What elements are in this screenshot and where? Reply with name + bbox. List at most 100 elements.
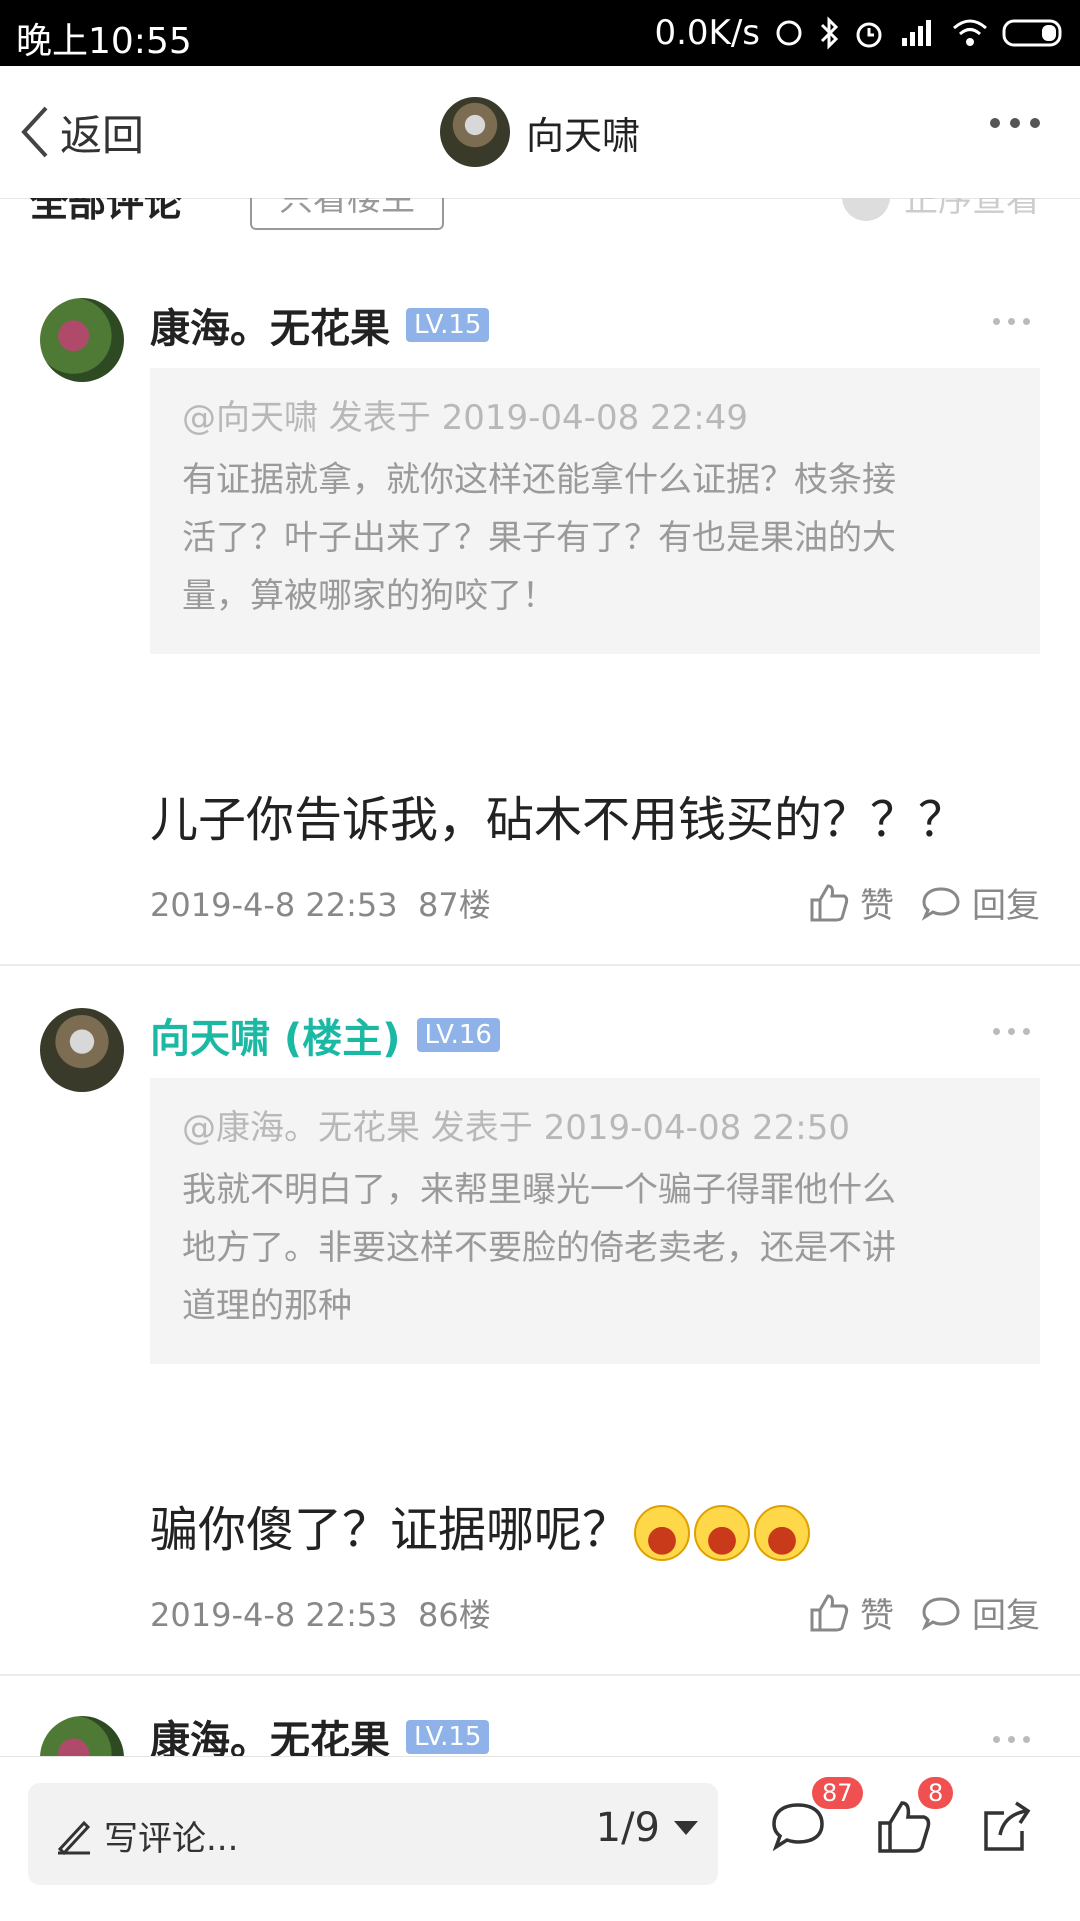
quote-text: 有证据就拿，就你这样还能拿什么证据？枝条接 活了？叶子出来了？果子有了？有也是果… <box>182 451 1008 625</box>
comment-time: 2019-4-8 22:53 <box>150 886 398 924</box>
page-indicator: 1/9 <box>595 1805 660 1851</box>
reply-button[interactable]: 回复 <box>920 878 1040 927</box>
comment-actions: 赞 回复 <box>808 878 1040 927</box>
comment-count-badge: 87 <box>812 1777 863 1809</box>
thumbs-up-icon <box>810 1593 849 1631</box>
all-comments-title: 全部评论 <box>30 198 183 225</box>
level-badge: LV.15 <box>406 1720 490 1754</box>
signal-icon <box>902 20 931 46</box>
laughing-emoji-icon <box>694 1505 751 1561</box>
quote-meta: @康海。无花果 发表于 2019-04-08 22:50 <box>182 1108 850 1148</box>
comment-time: 2019-4-8 22:53 <box>150 1596 398 1634</box>
comment-meta: 2019-4-8 22:53 87楼 <box>150 880 491 926</box>
quote-line: 量，算被哪家的狗咬了！ <box>182 576 556 616</box>
back-label: 返回 <box>60 110 145 160</box>
laughing-emoji-icon <box>634 1505 691 1561</box>
more-dot-icon <box>1008 318 1015 325</box>
commenter-name-text: 康海。无花果 <box>150 306 390 352</box>
like-label: 赞 <box>860 1596 894 1636</box>
like-post-button[interactable]: 8 <box>874 1777 954 1861</box>
alarm-icon <box>856 22 882 48</box>
commenter-name[interactable]: 康海。无花果 LV.15 <box>150 1708 490 1756</box>
more-dot-icon <box>993 318 1000 325</box>
wifi-icon <box>953 19 987 46</box>
sort-toggle[interactable]: 正序查看 <box>842 198 1040 221</box>
avatar[interactable] <box>40 1716 124 1756</box>
comment-bubble-icon <box>921 1596 960 1631</box>
chevron-left-icon <box>21 106 48 158</box>
share-icon <box>984 1801 1031 1851</box>
comment-text: 骗你傻了？证据哪呢？ <box>150 1490 811 1561</box>
comment-more-button[interactable] <box>993 318 1030 325</box>
quote-text: 我就不明白了，来帮里曝光一个骗子得罪他什么 地方了。非要这样不要脸的倚老卖老，还… <box>182 1161 1008 1335</box>
avatar[interactable] <box>40 1008 124 1092</box>
floor-number: 87楼 <box>417 886 491 924</box>
like-count-badge: 8 <box>918 1777 954 1809</box>
page-title: 向天啸 <box>526 113 641 158</box>
level-badge: LV.15 <box>406 308 490 342</box>
like-label: 赞 <box>860 886 894 926</box>
comment-text: 儿子你告诉我，砧木不用钱买的？？？ <box>150 792 967 848</box>
comment-divider <box>0 1674 1080 1676</box>
pen-icon <box>57 1820 91 1855</box>
share-button[interactable] <box>978 1797 1042 1861</box>
page-selector[interactable]: 1/9 <box>596 1805 698 1851</box>
comment-input[interactable]: 写评论... 1/9 <box>28 1783 718 1885</box>
top-nav-bar: 返回 向天啸 <box>0 66 1080 199</box>
back-button[interactable]: 返回 <box>18 100 144 164</box>
commenter-name[interactable]: 向天啸 (楼主) LV.16 <box>150 1006 500 1064</box>
reply-button[interactable]: 回复 <box>920 1588 1040 1637</box>
comment-divider <box>0 964 1080 966</box>
thread-author[interactable]: 向天啸 <box>440 96 640 168</box>
reply-label: 回复 <box>972 1596 1040 1636</box>
floor-number: 86楼 <box>417 1596 491 1634</box>
quote-line: 活了？叶子出来了？果子有了？有也是果油的大 <box>182 518 896 558</box>
sort-label: 正序查看 <box>904 198 1040 220</box>
only-owner-button[interactable]: 只看楼主 <box>250 198 444 230</box>
quoted-comment[interactable]: @向天啸 发表于 2019-04-08 22:49 有证据就拿，就你这样还能拿什… <box>150 368 1040 654</box>
status-bar: 晚上10:55 0.0K/s <box>0 0 1080 66</box>
more-dot-icon <box>1008 1028 1015 1035</box>
comment-text-content: 骗你傻了？证据哪呢？ <box>150 1502 631 1558</box>
more-menu-button[interactable] <box>990 118 1040 128</box>
more-dot-icon <box>1023 1736 1030 1743</box>
quoted-comment[interactable]: @康海。无花果 发表于 2019-04-08 22:50 我就不明白了，来帮里曝… <box>150 1078 1040 1364</box>
commenter-name[interactable]: 康海。无花果 LV.15 <box>150 296 490 354</box>
comments-button[interactable]: 87 <box>768 1777 863 1861</box>
comment-more-button[interactable] <box>993 1028 1030 1035</box>
network-speed: 0.0K/s <box>654 13 760 53</box>
comment-actions: 赞 回复 <box>808 1588 1040 1637</box>
reply-label: 回复 <box>972 886 1040 926</box>
quote-meta: @向天啸 发表于 2019-04-08 22:49 <box>182 398 748 438</box>
more-dot-icon <box>1008 1736 1015 1743</box>
commenter-name-text: 康海。无花果 <box>150 1718 390 1756</box>
laughing-emoji-icon <box>754 1505 811 1561</box>
more-dot-icon <box>1023 1028 1030 1035</box>
status-icons: 0.0K/s <box>654 10 1066 56</box>
thumbs-up-icon <box>810 883 849 921</box>
more-dot-icon <box>993 1736 1000 1743</box>
like-button[interactable]: 赞 <box>808 878 894 927</box>
status-time: 晚上10:55 <box>16 21 192 62</box>
battery-icon <box>1002 19 1062 47</box>
more-dot-icon <box>1010 118 1020 128</box>
commenter-name-text: 向天啸 (楼主) <box>150 1016 401 1062</box>
level-badge: LV.16 <box>416 1018 500 1052</box>
comment-meta: 2019-4-8 22:53 86楼 <box>150 1590 491 1636</box>
comment-list-header: 全部评论 只看楼主 正序查看 <box>0 198 1080 232</box>
bottom-bar: 写评论... 1/9 87 8 <box>0 1756 1080 1921</box>
quote-line: 我就不明白了，来帮里曝光一个骗子得罪他什么 <box>182 1170 896 1210</box>
comment-item: 康海。无花果 LV.15 <box>0 1708 1080 1756</box>
comment-input-placeholder: 写评论... <box>104 1819 239 1859</box>
comment-bubble-icon <box>921 886 960 921</box>
author-avatar <box>440 97 510 167</box>
more-dot-icon <box>990 118 1000 128</box>
comment-more-button[interactable] <box>993 1736 1030 1743</box>
quote-line: 地方了。非要这样不要脸的倚老卖老，还是不讲 <box>182 1228 896 1268</box>
more-dot-icon <box>993 1028 1000 1035</box>
more-dot-icon <box>1023 318 1030 325</box>
like-button[interactable]: 赞 <box>808 1588 894 1637</box>
avatar[interactable] <box>40 298 124 382</box>
sync-icon <box>776 20 802 46</box>
bluetooth-icon <box>820 16 839 50</box>
